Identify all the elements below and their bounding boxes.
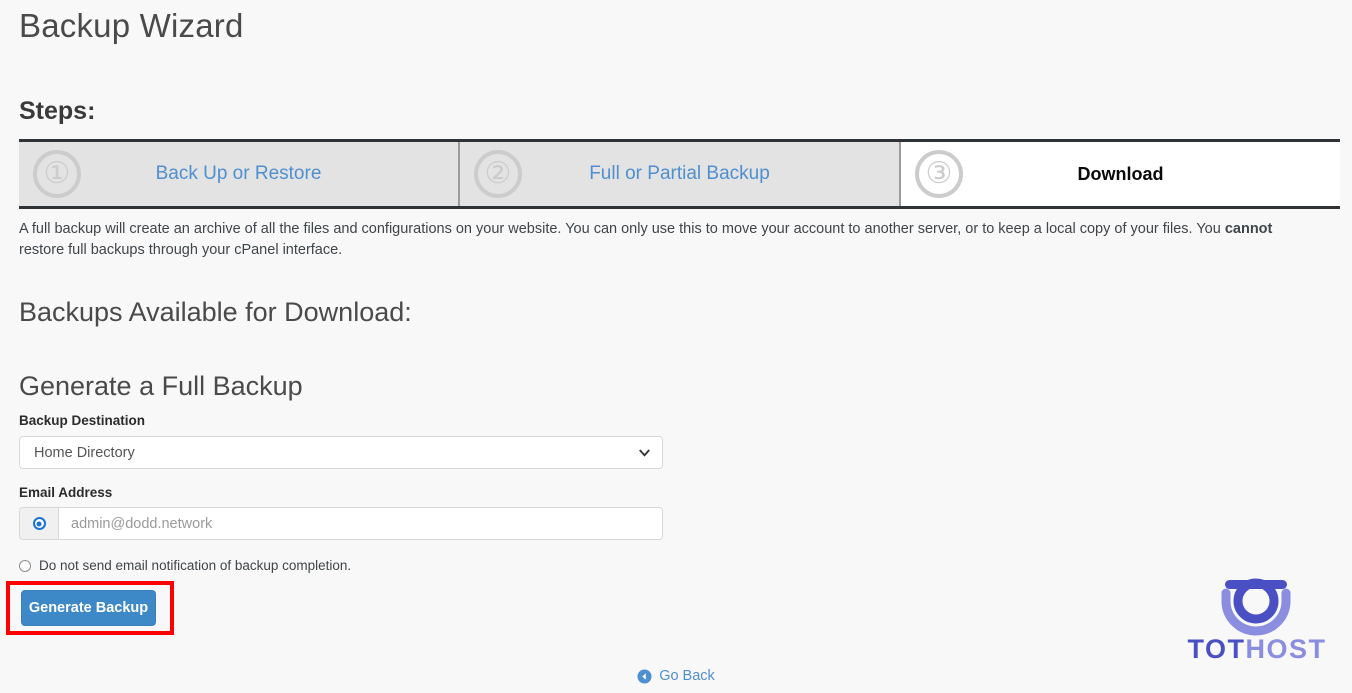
step-number-2: ② <box>474 150 522 198</box>
generate-full-backup-heading: Generate a Full Backup <box>19 371 303 401</box>
email-radio-addon[interactable] <box>19 507 58 540</box>
tothost-logo-mark-icon <box>1208 575 1304 637</box>
step-label-2: Full or Partial Backup <box>589 163 770 184</box>
email-address-label: Email Address <box>19 485 113 500</box>
backup-destination-value: Home Directory <box>19 436 663 469</box>
email-address-group: admin@dodd.network <box>19 507 663 540</box>
email-address-input[interactable]: admin@dodd.network <box>58 507 663 540</box>
steps-heading: Steps: <box>19 97 96 125</box>
backup-destination-label: Backup Destination <box>19 413 146 428</box>
no-email-radio[interactable] <box>19 559 31 572</box>
description-text-part2: restore full backups through your cPanel… <box>19 242 343 258</box>
step-number-3: ③ <box>915 150 963 198</box>
step-label-3: Download <box>1077 163 1164 184</box>
step-number-1: ① <box>33 150 81 198</box>
step-tab-back-up-or-restore[interactable]: ① Back Up or Restore <box>19 142 460 206</box>
description-emphasis: cannot <box>1224 221 1273 237</box>
go-back-label: Go Back <box>659 668 715 684</box>
generate-backup-button[interactable]: Generate Backup <box>21 590 156 626</box>
tothost-logo-text-secondary: HOST <box>1245 634 1327 664</box>
tothost-logo: TOTHOST <box>1176 575 1338 675</box>
page-title: Backup Wizard <box>19 7 244 44</box>
arrow-circle-left-icon <box>637 668 652 684</box>
step-tab-full-or-partial-backup[interactable]: ② Full or Partial Backup <box>460 142 901 206</box>
no-email-label: Do not send email notification of backup… <box>39 558 352 573</box>
backups-available-heading: Backups Available for Download: <box>19 297 412 327</box>
step-label-1: Back Up or Restore <box>155 163 322 184</box>
tothost-logo-text: TOTHOST <box>1176 633 1338 665</box>
description-text-part1: A full backup will create an archive of … <box>19 221 1225 237</box>
go-back-link[interactable]: Go Back <box>0 668 1352 684</box>
backup-description: A full backup will create an archive of … <box>19 219 1295 261</box>
tothost-logo-text-primary: TOT <box>1187 634 1246 664</box>
step-tab-download[interactable]: ③ Download <box>901 142 1340 206</box>
no-email-notification-option[interactable]: Do not send email notification of backup… <box>19 557 351 574</box>
wizard-step-bar: ① Back Up or Restore ② Full or Partial B… <box>19 139 1340 209</box>
email-notify-radio-selected[interactable] <box>32 517 46 530</box>
backup-destination-select[interactable]: Home Directory <box>19 436 663 469</box>
